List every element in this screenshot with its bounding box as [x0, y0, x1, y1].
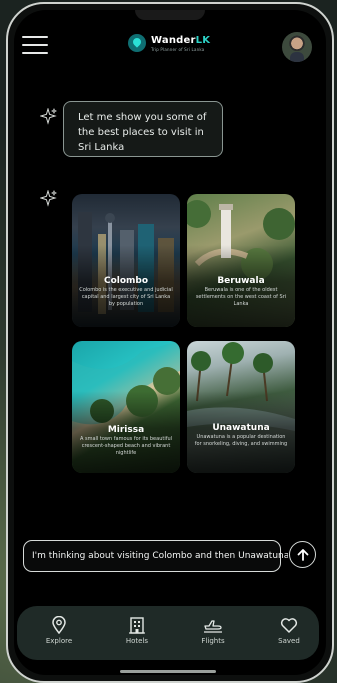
nav-label: Saved [278, 637, 300, 645]
nav-item-explore[interactable]: Explore [34, 616, 84, 645]
nav-item-saved[interactable]: Saved [264, 616, 314, 645]
brand-accent: LK [195, 34, 211, 46]
place-description: Beruwala is one of the oldest settlement… [195, 287, 287, 307]
place-card-unawatuna[interactable]: Unawatuna Unawatuna is a popular destina… [187, 341, 295, 473]
bottom-nav: Explore Hotels Flights Saved [17, 606, 319, 660]
avatar[interactable] [282, 32, 312, 62]
home-indicator [120, 670, 216, 673]
chat-input[interactable] [24, 541, 296, 571]
nav-label: Hotels [125, 637, 149, 645]
plane-icon [204, 620, 222, 633]
brand-name: Wander [151, 34, 196, 46]
place-title: Beruwala [217, 276, 265, 286]
notch [135, 10, 205, 20]
sparkle-icon [39, 107, 58, 126]
heart-icon [280, 618, 298, 633]
arrow-up-icon [297, 548, 308, 561]
place-title: Mirissa [107, 425, 145, 435]
chat-input-container [23, 540, 296, 572]
place-title: Unawatuna [212, 423, 270, 433]
bot-message-text: Let me show you some of the best places … [78, 112, 207, 153]
place-description: A small town famous for its beautiful cr… [79, 436, 173, 456]
sparkle-icon [39, 189, 58, 208]
send-button[interactable] [289, 541, 316, 568]
nav-item-hotels[interactable]: Hotels [112, 616, 162, 645]
place-card-colombo[interactable]: Colombo Colombo is the executive and jud… [72, 194, 180, 327]
brand-tagline: Trip Planner of Sri Lanka [151, 46, 205, 52]
nav-item-flights[interactable]: Flights [188, 616, 238, 645]
nav-label: Explore [45, 637, 73, 645]
place-description: Colombo is the executive and judicial ca… [79, 287, 173, 307]
map-marker-logo-icon [128, 34, 146, 52]
hotel-icon [129, 617, 145, 634]
app-logo: WanderLK Trip Planner of Sri Lanka [128, 34, 210, 52]
bot-message-bubble: Let me show you some of the best places … [63, 101, 223, 157]
place-description: Unawatuna is a popular destination for s… [194, 434, 288, 447]
place-card-mirissa[interactable]: Mirissa A small town famous for its beau… [72, 341, 180, 473]
map-pin-icon [52, 616, 66, 634]
place-card-beruwala[interactable]: Beruwala Beruwala is one of the oldest s… [187, 194, 295, 327]
nav-label: Flights [201, 637, 225, 645]
place-title: Colombo [103, 276, 149, 286]
menu-icon[interactable] [22, 36, 48, 56]
